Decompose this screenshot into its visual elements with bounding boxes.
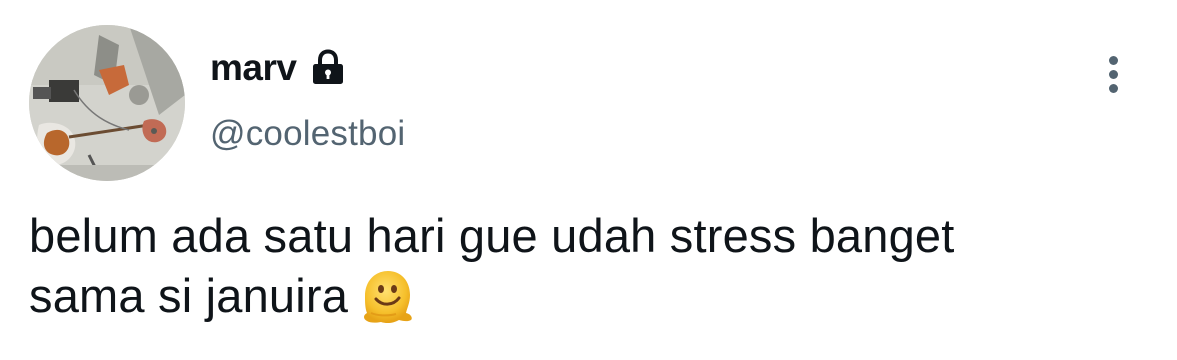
tweet-text-line-2: sama si januira bbox=[29, 266, 1149, 326]
name-row: marv bbox=[210, 44, 405, 92]
tweet-text: belum ada satu hari gue udah stress bang… bbox=[29, 206, 1149, 326]
lock-icon bbox=[308, 48, 348, 88]
tweet: marv @coolestboi belum ada satu hari gue… bbox=[0, 0, 1177, 360]
more-vertical-icon-dot bbox=[1109, 70, 1118, 79]
tweet-header: marv @coolestboi bbox=[210, 44, 405, 154]
more-options-button[interactable] bbox=[1098, 54, 1130, 96]
avatar-photo bbox=[29, 25, 185, 181]
display-name[interactable]: marv bbox=[210, 47, 297, 89]
more-vertical-icon-dot bbox=[1109, 84, 1118, 93]
melting-face-emoji-icon bbox=[356, 266, 416, 326]
more-vertical-icon bbox=[1109, 56, 1118, 65]
avatar[interactable] bbox=[29, 25, 185, 181]
user-handle[interactable]: @coolestboi bbox=[210, 114, 405, 154]
tweet-text-line-2-text: sama si januira bbox=[29, 269, 349, 322]
tweet-text-line-1: belum ada satu hari gue udah stress bang… bbox=[29, 209, 955, 262]
